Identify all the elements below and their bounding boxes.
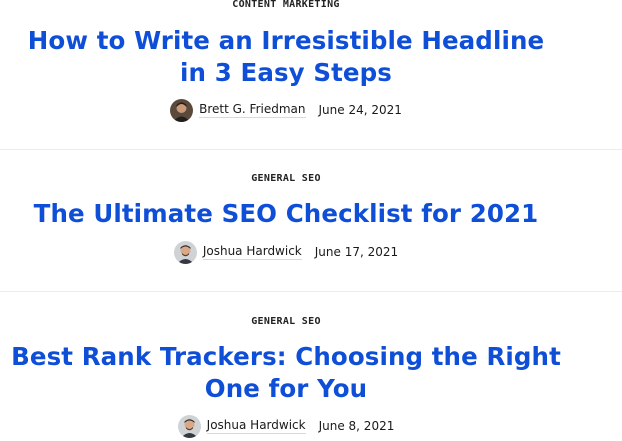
- author-link[interactable]: Joshua Hardwick: [173, 240, 302, 264]
- publish-date: June 24, 2021: [318, 103, 402, 117]
- article-title-line[interactable]: One for You: [0, 373, 572, 405]
- article-title-line[interactable]: The Ultimate SEO Checklist for 2021: [0, 198, 572, 230]
- article-title-line[interactable]: Best Rank Trackers: Choosing the Right: [0, 341, 572, 373]
- author-link[interactable]: Brett G. Friedman: [170, 98, 306, 122]
- article-meta: Joshua Hardwick June 17, 2021: [0, 240, 572, 264]
- publish-date: June 17, 2021: [314, 245, 399, 259]
- article-meta: Brett G. Friedman June 24, 2021: [0, 98, 572, 122]
- article-title-line[interactable]: in 3 Easy Steps: [0, 57, 572, 89]
- article-title-line[interactable]: How to Write an Irresistible Headline: [0, 25, 572, 57]
- author-name: Joshua Hardwick: [202, 244, 302, 260]
- article-category[interactable]: CONTENT MARKETING: [0, 0, 572, 11]
- author-name: Brett G. Friedman: [199, 102, 306, 118]
- avatar: [170, 98, 194, 122]
- avatar: [173, 240, 197, 264]
- author-name: Joshua Hardwick: [206, 418, 306, 434]
- article-category[interactable]: GENERAL SEO: [0, 316, 572, 328]
- avatar: [177, 414, 201, 438]
- divider: [0, 291, 622, 292]
- article-category[interactable]: GENERAL SEO: [0, 173, 572, 185]
- publish-date: June 8, 2021: [318, 419, 395, 433]
- author-link[interactable]: Joshua Hardwick: [177, 414, 306, 438]
- divider: [0, 149, 622, 150]
- article-meta: Joshua Hardwick June 8, 2021: [0, 414, 572, 438]
